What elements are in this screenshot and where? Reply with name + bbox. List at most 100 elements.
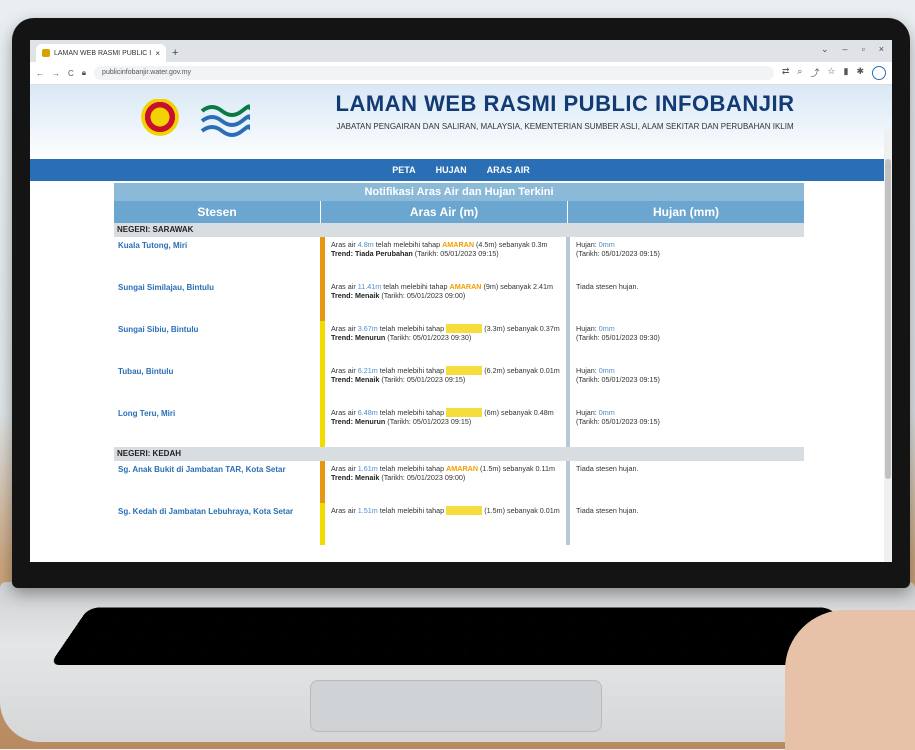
level-mid: telah melebihi tahap [377, 366, 447, 375]
scrollbar-thumb[interactable] [885, 159, 891, 479]
table-header: Stesen Aras Air (m) Hujan (mm) [114, 201, 804, 223]
site-banner: LAMAN WEB RASMI PUBLIC INFOBANJIR JABATA… [30, 85, 892, 159]
site-subtitle: JABATAN PENGAIRAN DAN SALIRAN, MALAYSIA,… [336, 122, 794, 131]
level-prefix: Aras air [331, 506, 358, 515]
station-link[interactable]: Kuala Tutong, Miri [114, 237, 320, 279]
station-link[interactable]: Sungai Sibiu, Bintulu [114, 321, 320, 363]
sidebar-icon[interactable]: ▮ [844, 66, 849, 80]
close-window-icon[interactable]: × [879, 44, 884, 55]
state-header: NEGERI: KEDAH [114, 447, 804, 461]
rain-value: 0mm [598, 366, 615, 375]
tab-title: LAMAN WEB RASMI PUBLIC INF [54, 49, 152, 57]
level-value: 11.41m [357, 282, 382, 291]
tab-list-icon[interactable]: ⌄ [821, 44, 829, 55]
profile-icon[interactable] [872, 66, 886, 80]
level-mid: telah melebihi tahap [377, 464, 447, 473]
browser-tools: ⇄ ⌕ ⤴ ☆ ▮ ✱ [782, 66, 886, 80]
rain-value: 0mm [598, 324, 615, 333]
station-link[interactable]: Tubau, Bintulu [114, 363, 320, 405]
threshold-text: (6m) sebanyak 0.48m [482, 408, 554, 417]
zoom-icon[interactable]: ⌕ [797, 66, 802, 80]
water-level-cell: Aras air 11.41m telah melebihi tahap AMA… [320, 279, 566, 321]
site-favicon-icon [42, 49, 50, 57]
trend-date: (Tarikh: 05/01/2023 09:15) [412, 249, 499, 258]
share-icon[interactable]: ⤴ [810, 66, 819, 80]
malaysia-crest-logo [138, 99, 182, 139]
water-level-cell: Aras air 3.67m telah melebihi tahap WASP… [320, 321, 566, 363]
trend-label: Trend: Menaik [331, 473, 380, 482]
column-header-stesen: Stesen [197, 205, 237, 219]
level-prefix: Aras air [331, 240, 358, 249]
station-link[interactable]: Sg. Kedah di Jambatan Lebuhraya, Kota Se… [114, 503, 320, 545]
water-level-cell: Aras air 1.61m telah melebihi tahap AMAR… [320, 461, 566, 503]
nav-peta[interactable]: PETA [392, 165, 415, 175]
water-level-cell: Aras air 6.21m telah melebihi tahap WASP… [320, 363, 566, 405]
level-value: 6.21m [357, 366, 378, 375]
page-scrollbar[interactable] [884, 129, 892, 562]
trend-label: Trend: Menaik [331, 291, 380, 300]
notification-panel: Notifikasi Aras Air dan Hujan Terkini St… [114, 183, 804, 545]
rain-prefix: Hujan: [576, 324, 599, 333]
level-mid: telah melebihi tahap [377, 408, 447, 417]
rain-value: 0mm [598, 408, 615, 417]
main-nav: PETA HUJAN ARAS AIR [30, 159, 892, 181]
no-rain-station: Tiada stesen hujan. [576, 282, 639, 291]
threshold-text: (1.5m) sebanyak 0.11m [478, 464, 555, 473]
nav-aras-air[interactable]: ARAS AIR [487, 165, 530, 175]
nav-hujan[interactable]: HUJAN [436, 165, 467, 175]
translate-icon[interactable]: ⇄ [782, 66, 790, 80]
table-row: Long Teru, Miri Aras air 6.48m telah mele… [114, 405, 804, 447]
trend-date: (Tarikh: 05/01/2023 09:15) [379, 375, 466, 384]
level-value: 1.61m [357, 464, 378, 473]
table-row: Sg. Kedah di Jambatan Lebuhraya, Kota Se… [114, 503, 804, 545]
jps-waves-logo [200, 104, 250, 137]
rainfall-cell: Hujan: 0mm (Tarikh: 05/01/2023 09:15) [566, 237, 804, 279]
rain-date: (Tarikh: 05/01/2023 09:15) [576, 375, 660, 384]
trend-date: (Tarikh: 05/01/2023 09:30) [385, 333, 472, 342]
level-value: 6.48m [357, 408, 378, 417]
panel-heading: Notifikasi Aras Air dan Hujan Terkini [114, 183, 804, 201]
level-value: 3.67m [357, 324, 378, 333]
back-icon[interactable]: ← [36, 69, 44, 78]
threshold-text: (9m) sebanyak 2.41m [481, 282, 554, 291]
reload-icon[interactable]: C [68, 69, 74, 78]
rain-prefix: Hujan: [576, 366, 599, 375]
status-badge: WASPADA [446, 506, 483, 515]
bookmark-icon[interactable]: ☆ [827, 66, 835, 80]
column-header-aras-air: Aras Air (m) [320, 201, 567, 223]
keyboard [49, 607, 871, 666]
water-level-cell: Aras air 4.8m telah melebihi tahap AMARA… [320, 237, 566, 279]
trend-date: (Tarikh: 05/01/2023 09:00) [379, 473, 466, 482]
rainfall-cell: Tiada stesen hujan. [566, 279, 804, 321]
tab-close-icon[interactable]: × [155, 49, 160, 58]
status-badge: WASPADA [446, 366, 483, 375]
level-value: 1.51m [357, 506, 378, 515]
status-badge: AMARAN [442, 240, 475, 249]
trend-label: Trend: Tiada Perubahan [331, 249, 413, 258]
url-field[interactable]: publicinfobanjir.water.gov.my [94, 66, 774, 80]
trackpad [310, 680, 602, 732]
station-link[interactable]: Sungai Similajau, Bintulu [114, 279, 320, 321]
maximize-icon[interactable]: ▫ [862, 44, 865, 55]
table-row: Sg. Anak Bukit di Jambatan TAR, Kota Set… [114, 461, 804, 503]
rain-value: 0mm [598, 240, 615, 249]
minimize-icon[interactable]: – [843, 44, 848, 55]
browser-tab[interactable]: LAMAN WEB RASMI PUBLIC INF × [36, 44, 166, 62]
level-prefix: Aras air [331, 408, 358, 417]
station-link[interactable]: Sg. Anak Bukit di Jambatan TAR, Kota Set… [114, 461, 320, 503]
level-prefix: Aras air [331, 464, 358, 473]
table-body: NEGERI: SARAWAK Kuala Tutong, Miri Aras ai… [114, 223, 804, 545]
station-link[interactable]: Long Teru, Miri [114, 405, 320, 447]
rain-prefix: Hujan: [576, 240, 599, 249]
level-mid: telah melebihi tahap [381, 282, 450, 291]
web-page: LAMAN WEB RASMI PUBLIC INFOBANJIR JABATA… [30, 85, 892, 562]
trend-label: Trend: Menurun [331, 417, 386, 426]
rain-prefix: Hujan: [576, 408, 599, 417]
threshold-text: (4.5m) sebanyak 0.3m [474, 240, 548, 249]
water-level-cell: Aras air 1.51m telah melebihi tahap WASP… [320, 503, 566, 545]
new-tab-button[interactable]: + [172, 44, 178, 62]
extensions-icon[interactable]: ✱ [856, 66, 864, 80]
hand [785, 610, 915, 750]
forward-icon[interactable]: → [52, 69, 60, 78]
no-rain-station: Tiada stesen hujan. [576, 464, 639, 473]
